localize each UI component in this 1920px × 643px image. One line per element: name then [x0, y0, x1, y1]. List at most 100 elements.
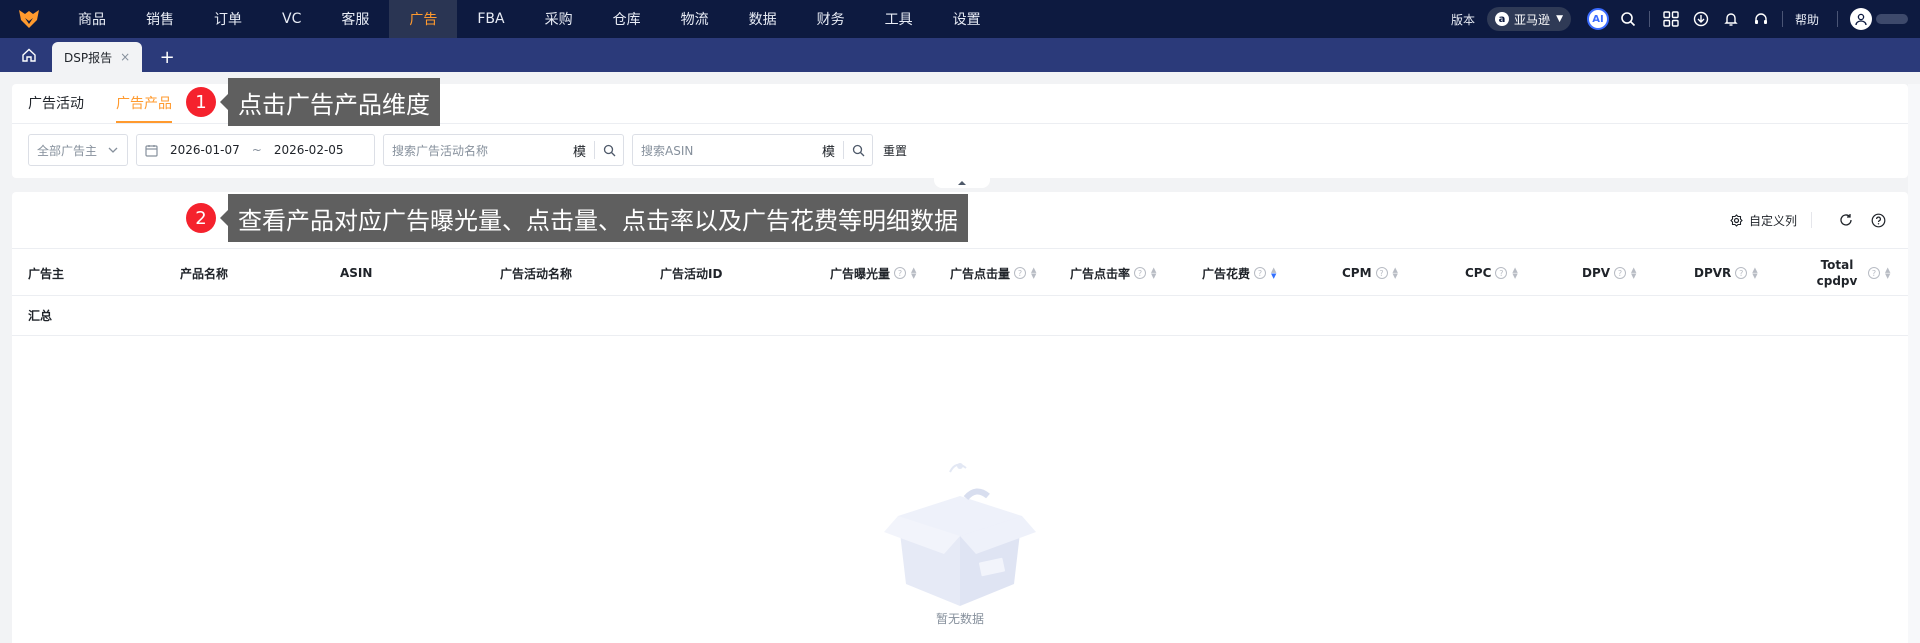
info-icon[interactable]: ? — [1254, 267, 1267, 279]
info-icon[interactable]: ? — [1614, 267, 1627, 279]
col-spend[interactable]: 广告花费? ▲ ▼ — [1202, 249, 1276, 297]
info-icon[interactable]: ? — [1868, 267, 1880, 279]
asin-search-input[interactable]: 搜索ASIN 模 — [632, 134, 873, 166]
nav-item-products[interactable]: 商品 — [58, 0, 126, 38]
chevron-down-icon — [108, 147, 118, 153]
amazon-icon: a — [1495, 12, 1510, 26]
info-icon[interactable]: ? — [1375, 267, 1388, 279]
info-icon[interactable]: ? — [1134, 267, 1147, 279]
tab-strip: DSP报告 × + — [0, 38, 1920, 72]
refresh-button[interactable] — [1834, 208, 1858, 232]
empty-box-icon — [884, 463, 1036, 606]
sort-icon[interactable]: ▲ ▼ — [911, 267, 916, 280]
advertiser-select[interactable]: 全部广告主 — [28, 134, 128, 166]
download-icon — [1693, 11, 1709, 27]
filter-bar: 全部广告主 2026-01-07 ~ 2026-02-05 搜索广告活动名称 模… — [12, 124, 1908, 176]
date-end[interactable]: 2026-02-05 — [274, 143, 344, 157]
sort-icon[interactable]: ▲ ▼ — [1151, 267, 1156, 280]
nav-item-customer-service[interactable]: 客服 — [321, 0, 389, 38]
col-ctr[interactable]: 广告点击率? ▲ ▼ — [1070, 249, 1156, 297]
nav-item-fba[interactable]: FBA — [457, 0, 524, 38]
custom-columns-label: 自定义列 — [1748, 213, 1797, 228]
col-cpm[interactable]: CPM? ▲ ▼ — [1342, 249, 1398, 297]
search-button[interactable] — [1613, 0, 1643, 38]
calendar-icon — [145, 144, 158, 157]
caret-up-icon — [958, 181, 966, 185]
home-icon — [22, 48, 36, 62]
callout-2: 2 查看产品对应广告曝光量、点击量、点击率以及广告花费等明细数据 — [186, 194, 968, 242]
sort-icon[interactable]: ▲ ▼ — [1631, 267, 1636, 280]
sort-icon[interactable]: ▲ ▼ — [1885, 267, 1890, 280]
info-icon[interactable]: ? — [1014, 267, 1027, 279]
ai-button[interactable]: AI — [1583, 0, 1613, 38]
col-impressions[interactable]: 广告曝光量? ▲ ▼ — [830, 249, 916, 297]
top-nav: 商品 销售 订单 VC 客服 广告 FBA 采购 仓库 物流 数据 财务 工具 … — [0, 0, 1920, 38]
home-tab[interactable] — [16, 42, 42, 68]
fuzzy-match-toggle[interactable]: 模 — [565, 141, 595, 160]
col-dpv[interactable]: DPV? ▲ ▼ — [1582, 249, 1636, 297]
custom-columns-button[interactable]: 自定义列 — [1730, 212, 1797, 229]
nav-item-settings[interactable]: 设置 — [933, 0, 1001, 38]
nav-item-tools[interactable]: 工具 — [865, 0, 933, 38]
help-button[interactable] — [1866, 208, 1890, 232]
sort-icon-active[interactable]: ▲ ▼ — [1271, 267, 1276, 280]
tab-dsp-report[interactable]: DSP报告 × — [52, 42, 143, 72]
col-campaign-id: 广告活动ID — [660, 266, 723, 281]
add-tab-button[interactable]: + — [152, 42, 182, 72]
collapse-filters-toggle[interactable] — [934, 178, 990, 188]
sort-icon[interactable]: ▲ ▼ — [1393, 267, 1398, 280]
download-button[interactable] — [1686, 0, 1716, 38]
search-icon[interactable] — [844, 144, 872, 157]
search-icon[interactable] — [595, 144, 623, 157]
info-icon[interactable]: ? — [1495, 267, 1508, 279]
callout-text-1: 点击广告产品维度 — [220, 78, 440, 126]
advertiser-placeholder: 全部广告主 — [37, 143, 98, 158]
sort-icon[interactable]: ▲ ▼ — [1512, 267, 1517, 280]
settings-icon — [1730, 213, 1743, 227]
headset-icon — [1754, 13, 1767, 24]
apps-button[interactable] — [1656, 0, 1686, 38]
nav-item-ads[interactable]: 广告 — [389, 0, 458, 38]
ai-icon: AI — [1586, 8, 1609, 30]
nav-item-finance[interactable]: 财务 — [797, 0, 865, 38]
main-nav: 商品 销售 订单 VC 客服 广告 FBA 采购 仓库 物流 数据 财务 工具 … — [58, 0, 1001, 38]
col-clicks[interactable]: 广告点击量? ▲ ▼ — [950, 249, 1036, 297]
col-total-cpdpv[interactable]: Total cpdpv? ▲ ▼ — [1810, 249, 1891, 297]
col-cpc[interactable]: CPC? ▲ ▼ — [1465, 249, 1518, 297]
fuzzy-match-toggle-asin[interactable]: 模 — [814, 141, 844, 160]
user-name-redacted — [1876, 14, 1908, 24]
tab-campaigns[interactable]: 广告活动 — [28, 93, 84, 123]
version-label[interactable]: 版本 — [1451, 11, 1475, 28]
app-logo[interactable] — [0, 0, 58, 38]
nav-item-purchasing[interactable]: 采购 — [525, 0, 593, 38]
info-icon[interactable]: ? — [894, 267, 907, 279]
sort-icon[interactable]: ▲ ▼ — [1031, 267, 1036, 280]
col-advertiser: 广告主 — [28, 266, 65, 281]
campaign-search-input[interactable]: 搜索广告活动名称 模 — [383, 134, 624, 166]
tab-ad-products[interactable]: 广告产品 — [116, 93, 172, 123]
close-icon[interactable]: × — [120, 50, 130, 64]
summary-label: 汇总 — [28, 309, 53, 323]
nav-item-vc[interactable]: VC — [262, 0, 321, 38]
bell-icon — [1724, 13, 1738, 26]
notifications-button[interactable] — [1716, 0, 1746, 38]
date-start[interactable]: 2026-01-07 — [170, 143, 240, 157]
nav-right: 版本 a 亚马逊 ▼ AI 帮助 — [1451, 0, 1920, 38]
user-avatar[interactable] — [1850, 8, 1872, 30]
help-link[interactable]: 帮助 — [1795, 11, 1819, 28]
info-icon[interactable]: ? — [1735, 267, 1748, 279]
nav-item-orders[interactable]: 订单 — [194, 0, 262, 38]
region-selector[interactable]: a 亚马逊 ▼ — [1487, 7, 1571, 31]
page-scrollbar[interactable] — [1908, 84, 1920, 643]
sort-icon[interactable]: ▲ ▼ — [1752, 267, 1757, 280]
nav-item-warehouse[interactable]: 仓库 — [593, 0, 661, 38]
date-range-picker[interactable]: 2026-01-07 ~ 2026-02-05 — [136, 134, 375, 166]
reset-button[interactable]: 重置 — [883, 142, 907, 159]
nav-item-logistics[interactable]: 物流 — [661, 0, 729, 38]
nav-item-data[interactable]: 数据 — [729, 0, 797, 38]
nav-divider — [1648, 11, 1650, 27]
nav-item-sales[interactable]: 销售 — [126, 0, 194, 38]
region-label: 亚马逊 — [1514, 12, 1551, 27]
col-dpvr[interactable]: DPVR? ▲ ▼ — [1694, 249, 1758, 297]
support-button[interactable] — [1746, 0, 1776, 38]
